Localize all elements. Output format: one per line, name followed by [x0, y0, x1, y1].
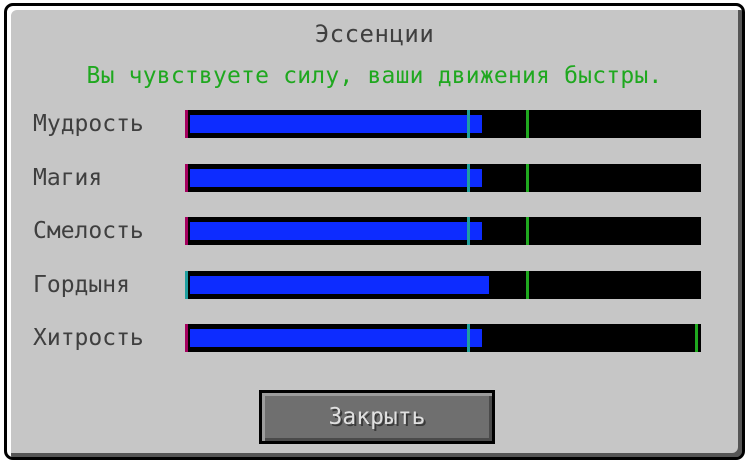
essence-bar-fill [188, 166, 484, 189]
essence-threshold-marker [467, 163, 470, 192]
essence-bar [185, 324, 701, 352]
essence-label: Магия [33, 164, 103, 191]
essence-threshold-marker [526, 217, 529, 245]
essence-bar [185, 270, 701, 299]
essence-threshold-marker [185, 110, 188, 138]
essence-bar [185, 110, 701, 138]
essences-dialog: Эссенции Вы чувствуете силу, ваши движен… [4, 3, 745, 460]
essence-label: Смелость [33, 218, 144, 244]
essence-bar [185, 163, 701, 192]
essence-threshold-marker [185, 270, 188, 299]
essence-threshold-marker [185, 324, 188, 352]
close-button-label: Закрыть [328, 404, 426, 430]
essence-threshold-marker [526, 110, 529, 138]
essence-threshold-marker [185, 217, 188, 245]
essence-threshold-marker [695, 324, 698, 352]
essence-label: Мудрость [33, 111, 144, 137]
essence-bar-fill [188, 220, 484, 242]
essence-label: Хитрость [33, 325, 144, 351]
essence-threshold-marker [467, 110, 470, 138]
essence-threshold-marker [467, 324, 470, 352]
essence-bar-fill [188, 327, 484, 349]
essence-threshold-marker [526, 163, 529, 192]
status-message: Вы чувствуете силу, ваши движения быстры… [86, 63, 663, 89]
essence-label: Гордыня [33, 271, 130, 298]
dialog-title: Эссенции [314, 20, 435, 48]
close-button[interactable]: Закрыть [259, 390, 495, 444]
essence-bar-fill [188, 113, 484, 135]
essence-threshold-marker [185, 163, 188, 192]
essence-bar-fill [188, 273, 491, 296]
essence-threshold-marker [467, 217, 470, 245]
essence-bar [185, 217, 701, 245]
essence-threshold-marker [526, 270, 529, 299]
